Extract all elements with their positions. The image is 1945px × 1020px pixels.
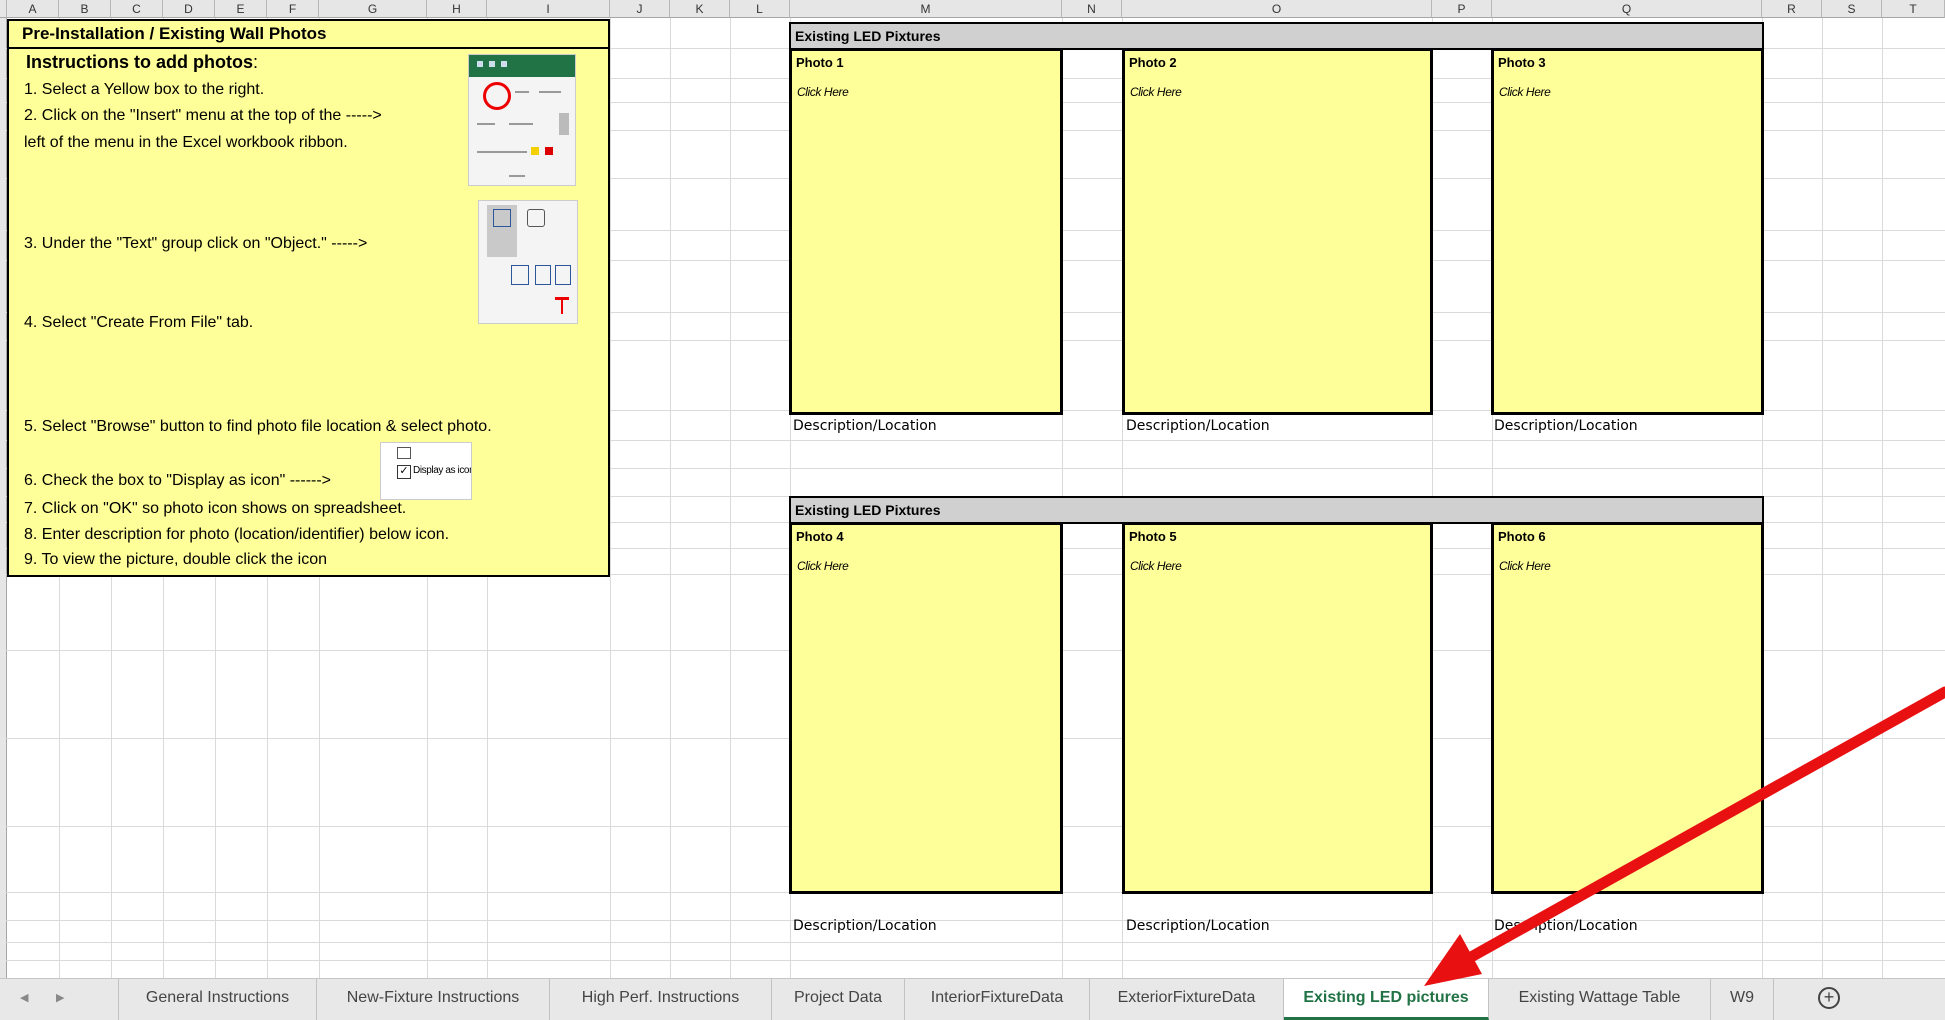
red-arrow-shaft bbox=[1449, 686, 1945, 972]
red-arrow-head bbox=[1424, 934, 1482, 986]
red-arrow-overlay bbox=[1424, 686, 1945, 986]
